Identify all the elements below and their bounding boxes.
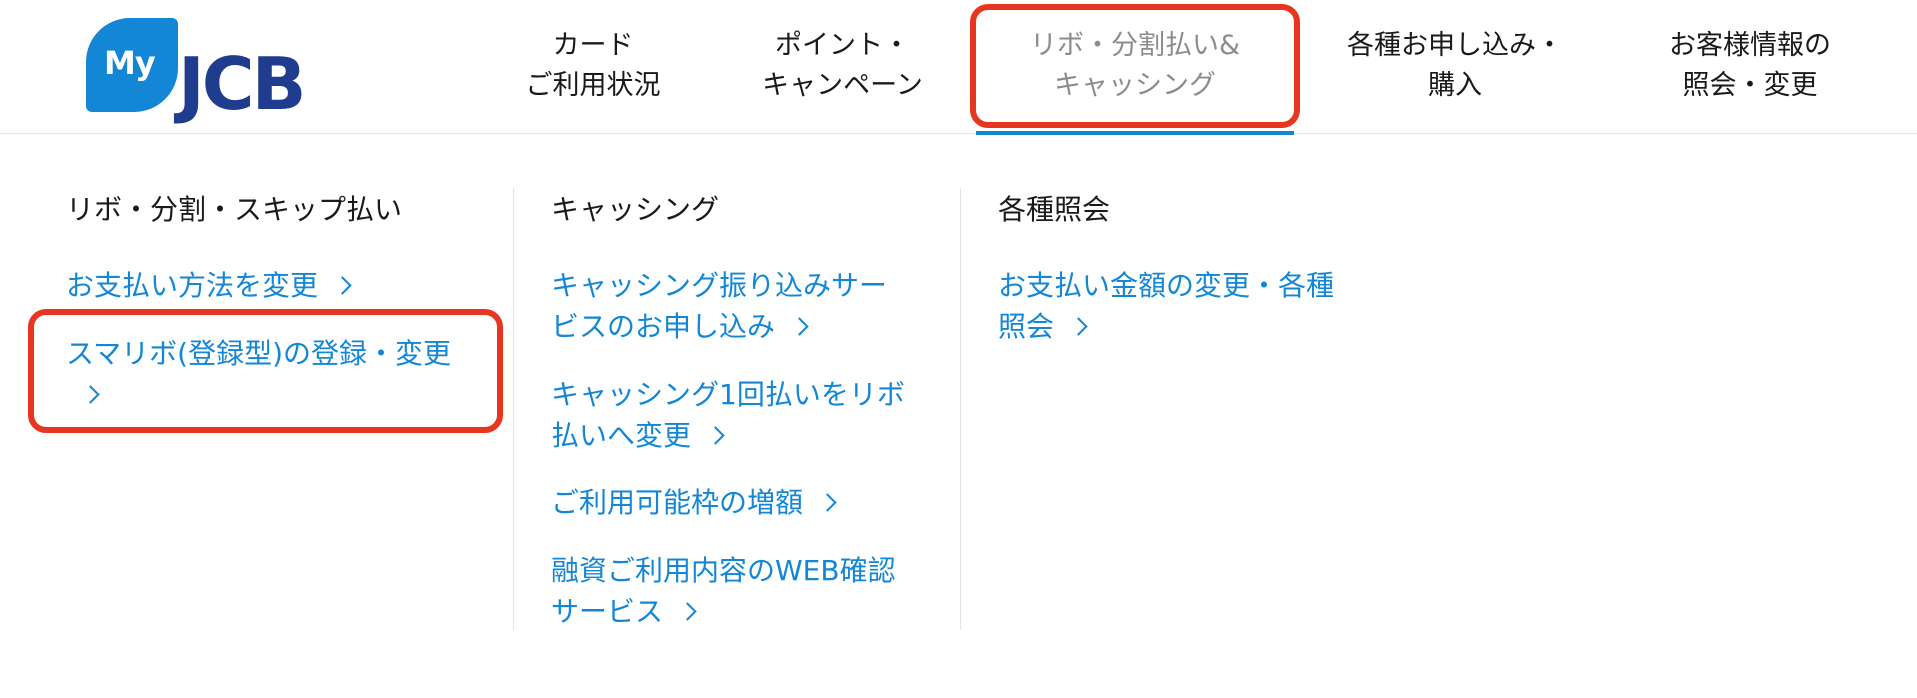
nav-label-line1: お客様情報の [1669, 30, 1831, 61]
link-text [66, 374, 451, 415]
nav-points-campaign[interactable]: ポイント・ キャンペーン [745, 26, 940, 106]
myjcb-logo[interactable]: My JCB [86, 18, 378, 120]
active-tab-indicator [976, 131, 1294, 135]
nav-label-line2: ご利用状況 [525, 70, 661, 101]
nav-revolving-cashing[interactable]: リボ・分割払い& キャッシング [1000, 26, 1270, 106]
link-increase-credit-limit[interactable]: ご利用可能枠の増額 [551, 482, 837, 523]
chevron-right-icon [706, 426, 725, 445]
nav-label-line2: 照会・変更 [1682, 70, 1818, 101]
link-text: ご利用可能枠の増額 [551, 482, 837, 523]
column-divider [513, 188, 514, 630]
link-loan-web-confirmation[interactable]: 融資ご利用内容のWEB確認 サービス [551, 550, 896, 632]
nav-label-line2: キャンペーン [762, 70, 923, 101]
link-payment-amount-inquiry[interactable]: お支払い金額の変更・各種 照会 [998, 265, 1334, 347]
chevron-right-icon [1069, 317, 1088, 336]
link-text: ビスのお申し込み [551, 306, 887, 347]
global-header: My JCB カード ご利用状況 ポイント・ キャンペーン リボ・分割払い& キ… [0, 0, 1917, 134]
nav-card-usage[interactable]: カード ご利用状況 [508, 26, 678, 106]
chevron-right-icon [333, 276, 352, 295]
column-title-inquiry: 各種照会 [998, 193, 1111, 226]
link-text: サービス [551, 591, 896, 632]
nav-applications-purchase[interactable]: 各種お申し込み・ 購入 [1330, 26, 1580, 106]
link-text: キャッシング振り込みサー [551, 269, 888, 302]
link-text: お支払い金額の変更・各種 [998, 269, 1335, 302]
link-text: スマリボ(登録型)の登録・変更 [66, 337, 452, 370]
link-text: 照会 [998, 306, 1334, 347]
chevron-right-icon [790, 317, 809, 336]
nav-label-line1: 各種お申し込み・ [1347, 30, 1563, 61]
chevron-right-icon [818, 493, 837, 512]
nav-label-line1: ポイント・ [775, 30, 910, 61]
chevron-right-icon [678, 602, 697, 621]
logo-my-text: My [104, 44, 156, 82]
logo-jcb-text: JCB [178, 42, 307, 126]
column-title-ribo: リボ・分割・スキップ払い [66, 193, 403, 226]
nav-label-line1: リボ・分割払い& [1029, 30, 1241, 61]
link-text: キャッシング1回払いをリボ [551, 378, 905, 411]
link-cashing-transfer-application[interactable]: キャッシング振り込みサー ビスのお申し込み [551, 265, 887, 347]
link-change-payment-method[interactable]: お支払い方法を変更 [66, 265, 352, 306]
column-divider [960, 188, 961, 630]
link-text: お支払い方法を変更 [66, 265, 352, 306]
link-smart-ribo-registration[interactable]: スマリボ(登録型)の登録・変更 [66, 333, 451, 415]
nav-label-line2: 購入 [1428, 70, 1482, 101]
nav-customer-info[interactable]: お客様情報の 照会・変更 [1645, 26, 1855, 106]
link-cashing-to-revolving[interactable]: キャッシング1回払いをリボ 払いへ変更 [551, 374, 905, 456]
column-title-cashing: キャッシング [551, 193, 720, 226]
link-text: 融資ご利用内容のWEB確認 [551, 554, 896, 587]
chevron-right-icon [81, 385, 100, 404]
link-text: 払いへ変更 [551, 415, 905, 456]
nav-label-line1: カード [552, 30, 634, 61]
nav-label-line2: キャッシング [1054, 70, 1216, 101]
